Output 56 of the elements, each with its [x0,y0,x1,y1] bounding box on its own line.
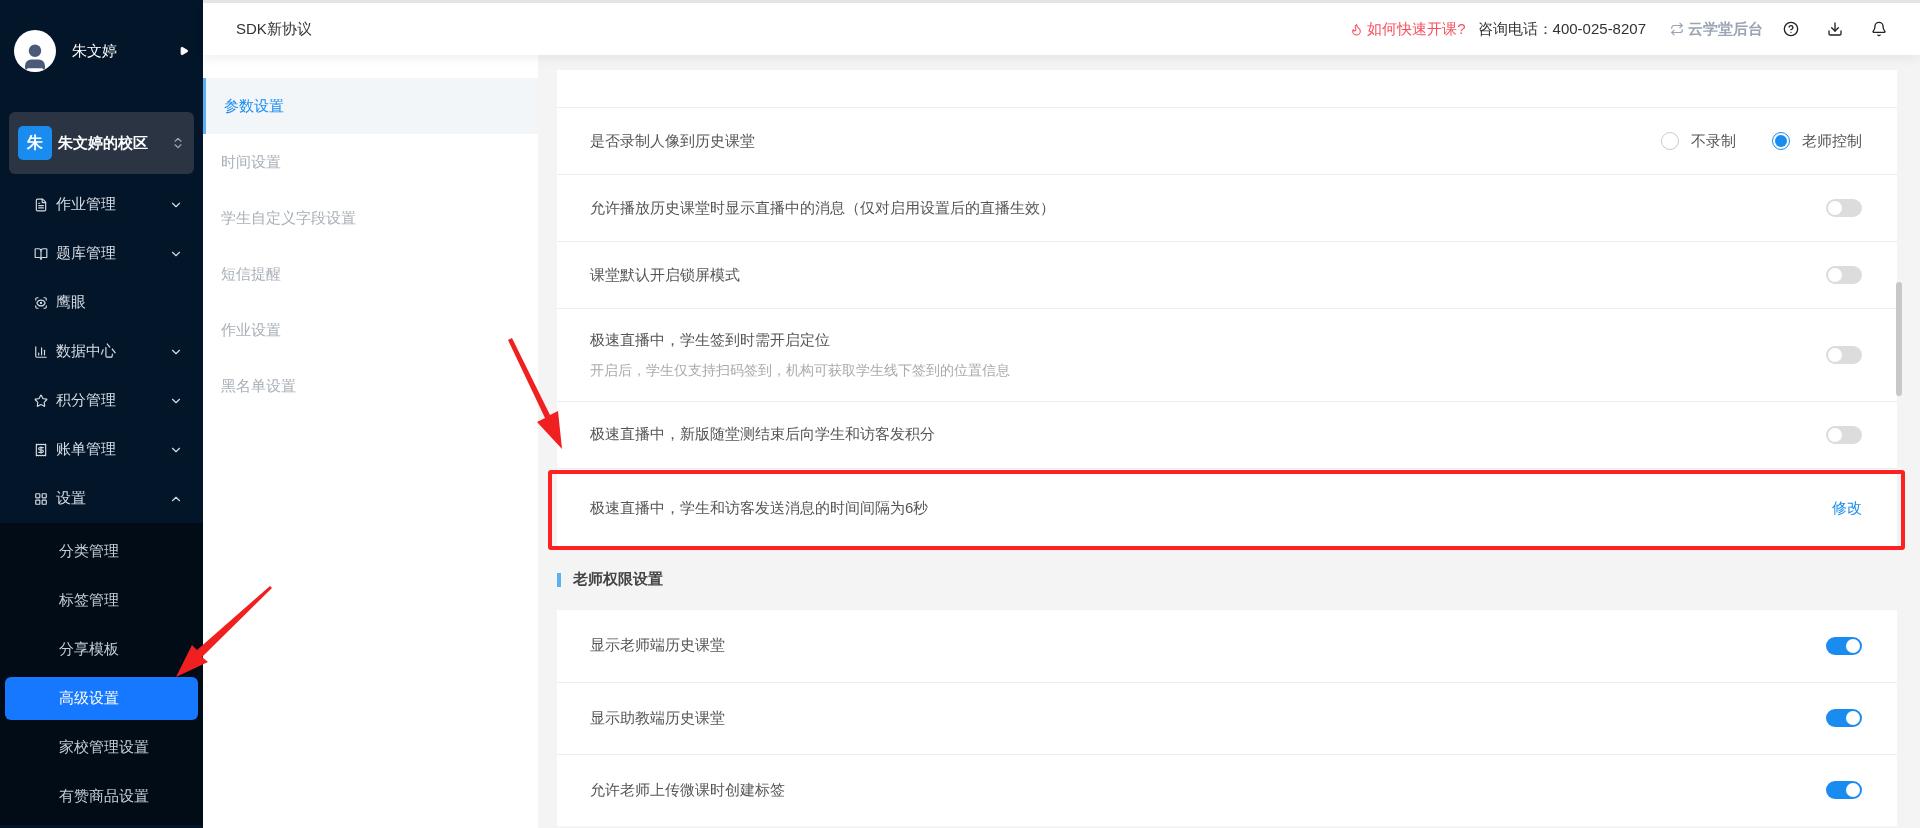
page-title: SDK新协议 [236,18,313,39]
caret-icon[interactable] [179,45,189,57]
submenu-item[interactable]: 标签管理 [5,579,198,622]
book-icon [34,246,48,261]
submenu-item[interactable]: 家校管理设置 [5,726,198,769]
menu-item[interactable]: 账单管理 [0,425,203,474]
help-icon[interactable] [1783,21,1799,37]
download-icon[interactable] [1827,21,1843,37]
document-icon [34,197,48,212]
toggle-switch[interactable] [1826,345,1862,364]
menu-item[interactable]: 数据中心 [0,327,203,376]
submenu-item[interactable]: 高级设置 [5,677,198,720]
setting-label: 课堂默认开启锁屏模式 [590,264,740,285]
setting-label: 极速直播中，学生和访客发送消息的时间间隔为6秒 [590,497,929,518]
receipt-icon [34,442,48,457]
star-icon [34,393,48,408]
setting-label: 极速直播中，学生签到时需开启定位 [590,330,831,350]
toggle-switch[interactable] [1826,636,1862,655]
eye-icon [34,295,48,310]
setting-label: 允许老师上传微课时创建标签 [590,779,785,800]
edit-link[interactable]: 修改 [1832,496,1862,520]
submenu-item[interactable]: 分享模板 [5,628,198,671]
menu-item[interactable]: 题库管理 [0,229,203,278]
avatar-icon[interactable] [14,30,56,72]
setting-description: 开启后，学生仅支持扫码签到，机构可获取学生线下签到的位置信息 [590,360,1010,380]
flame-icon [1350,22,1364,36]
grid-icon [34,491,48,506]
bar-chart-icon [34,344,48,359]
toggle-switch[interactable] [1826,266,1862,284]
radio-label: 不录制 [1691,130,1736,151]
section-title: 老师权限设置 [573,569,663,590]
submenu-item[interactable]: 分类管理 [5,530,198,573]
school-badge: 朱 [18,126,52,160]
menu-item[interactable]: 积分管理 [0,376,203,425]
toggle-switch[interactable] [1826,709,1862,727]
menu-item[interactable]: 鹰眼 [0,278,203,327]
school-name: 朱文婷的校区 [58,132,149,153]
menu-item[interactable]: 设置 [0,474,203,523]
phone-label: 咨询电话： [1477,18,1553,39]
bell-icon[interactable] [1871,21,1887,37]
radio-label: 老师控制 [1802,130,1862,151]
setting-label: 允许播放历史课堂时显示直播中的消息（仅对启用设置后的直播生效） [590,197,1055,218]
setting-label: 极速直播中，新版随堂测结束后向学生和访客发积分 [590,424,935,445]
toggle-switch[interactable] [1826,425,1862,444]
toggle-switch[interactable] [1826,199,1862,217]
setting-label: 是否录制人像到历史课堂 [590,130,755,151]
section-marker [557,572,561,587]
school-selector[interactable]: 朱 朱文婷的校区 [9,112,194,174]
user-name: 朱文婷 [72,40,118,61]
submenu-item[interactable]: 有赞商品设置 [5,775,198,818]
phone-number: 400-025-8207 [1552,18,1646,39]
setting-label: 显示老师端历史课堂 [590,635,725,656]
repeat-icon [1670,22,1684,36]
setting-label: 显示助教端历史课堂 [590,707,725,728]
toggle-switch[interactable] [1826,781,1862,799]
menu-item[interactable]: 作业管理 [0,180,203,229]
